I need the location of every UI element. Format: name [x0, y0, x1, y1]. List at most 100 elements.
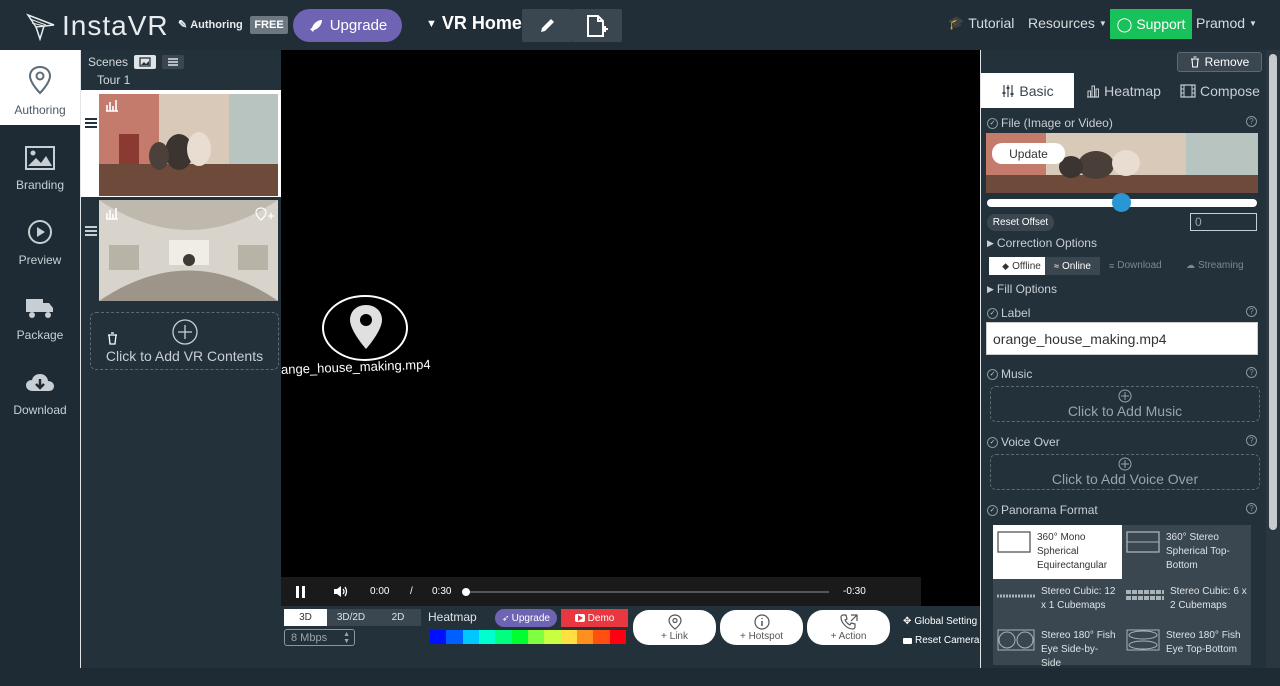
help-icon[interactable]: ? [1246, 306, 1257, 317]
play-circle-icon [28, 220, 52, 244]
volume-button[interactable] [333, 585, 349, 601]
music-title: Music [1001, 367, 1033, 381]
analytics-icon[interactable] [105, 99, 119, 117]
free-badge: FREE [250, 16, 288, 34]
correction-options-toggle[interactable]: ▶ Correction Options [987, 236, 1097, 250]
time-current: 0:00 [370, 586, 390, 597]
add-link-label: + Link [661, 630, 688, 642]
streaming-option[interactable]: ☁ Streaming [1186, 260, 1244, 271]
resources-dropdown[interactable]: Resources ▼ [1028, 15, 1107, 31]
add-voice-over-button[interactable]: Click to Add Voice Over [990, 454, 1260, 490]
pano-format-fisheye-tb[interactable]: Stereo 180° Fish Eye Top-Bottom [1122, 623, 1251, 665]
list-view-icon[interactable] [162, 55, 185, 69]
nav-download[interactable]: Download [0, 350, 80, 425]
pano-format-label: Stereo 180° Fish Eye Side-by-Side [1041, 630, 1116, 669]
caret-down-icon: ▼ [426, 17, 437, 30]
cubemap-strip-icon [997, 594, 1035, 598]
pencil-icon [541, 18, 554, 32]
new-project-button[interactable] [572, 9, 622, 42]
panorama-format-section-title: ✓ Panorama Format [987, 503, 1098, 517]
help-icon[interactable]: ? [1246, 116, 1257, 127]
thumbnail-view-icon[interactable] [134, 55, 157, 69]
drag-handle-icon[interactable] [85, 224, 97, 242]
page-scrollbar[interactable] [1266, 50, 1280, 668]
add-vr-contents-label: Click to Add VR Contents [105, 347, 264, 364]
download-option[interactable]: ≡ Download [1109, 260, 1162, 271]
offset-slider[interactable] [987, 193, 1257, 212]
analytics-icon[interactable] [105, 207, 119, 225]
map-pin-icon [28, 65, 52, 95]
tab-heatmap[interactable]: Heatmap [1074, 73, 1173, 108]
scene-thumbnail-2[interactable] [99, 200, 278, 301]
pano-format-fisheye-sbs[interactable]: Stereo 180° Fish Eye Side-by-Side [993, 623, 1122, 669]
edit-project-button[interactable] [522, 9, 572, 42]
add-voice-over-label: Click to Add Voice Over [1051, 471, 1199, 487]
tab-basic[interactable]: Basic [981, 73, 1074, 108]
scene-thumbnail-1[interactable] [99, 94, 278, 196]
pano-format-label: 360° Mono Spherical Equirectangular [1037, 532, 1108, 571]
add-action-button[interactable]: + Action [807, 610, 890, 645]
video-progress-track[interactable] [462, 588, 829, 596]
nav-branding[interactable]: Branding [0, 125, 80, 200]
offset-input[interactable] [1190, 213, 1257, 231]
fisheye-side-by-side-icon [997, 629, 1035, 651]
fill-options-toggle[interactable]: ▶ Fill Options [987, 282, 1057, 296]
online-option[interactable]: ≈ Online [1045, 257, 1100, 275]
support-button[interactable]: ◯ Support [1110, 9, 1192, 39]
bitrate-select[interactable]: 8 Mbps ▲ ▼ [284, 629, 355, 646]
video-progress-handle[interactable] [462, 588, 470, 596]
help-icon[interactable]: ? [1246, 435, 1257, 446]
graduation-cap-icon: 🎓 [948, 15, 965, 30]
cubemap-grid-icon [1126, 590, 1164, 600]
pano-format-label: 360° Stereo Spherical Top-Bottom [1166, 532, 1230, 571]
wifi-icon: ≈ [1054, 261, 1060, 271]
nav-package[interactable]: Package [0, 275, 80, 350]
vr-viewer[interactable]: ange_house_making.mp4 [281, 50, 980, 606]
nav-download-label: Download [13, 403, 67, 417]
tutorial-link[interactable]: 🎓 Tutorial [948, 15, 1014, 31]
mode-2d-button[interactable]: 2D [375, 609, 421, 626]
pano-format-mono-equirect[interactable]: 360° Mono Spherical Equirectangular [993, 525, 1122, 579]
pano-format-cubic-12x1[interactable]: Stereo Cubic: 12 x 1 Cubemaps [993, 579, 1122, 623]
heatmap-label: Heatmap [428, 610, 477, 624]
project-dropdown[interactable]: ▼ VR Home [426, 13, 522, 34]
add-music-button[interactable]: Click to Add Music [990, 386, 1260, 422]
user-menu[interactable]: Pramod ▼ [1196, 15, 1257, 31]
mode-3d-button[interactable]: 3D [284, 609, 327, 626]
correction-options-label: Correction Options [996, 236, 1097, 250]
heatmap-scale-swatch [430, 630, 447, 644]
add-hotspot-button[interactable]: + Hotspot [720, 610, 803, 645]
pano-format-cubic-6x2[interactable]: Stereo Cubic: 6 x 2 Cubemaps [1122, 579, 1251, 623]
pause-button[interactable] [295, 586, 306, 601]
scrollbar-thumb[interactable] [1269, 54, 1277, 530]
music-section-title: ✓ Music [987, 367, 1032, 381]
heatmap-upgrade-button[interactable]: ➶ Upgrade [495, 609, 557, 627]
help-icon[interactable]: ? [1246, 503, 1257, 514]
scenes-header: Scenes [88, 55, 185, 69]
nav-preview[interactable]: Preview [0, 200, 80, 275]
mode-3d2d-button[interactable]: 3D/2D [327, 609, 375, 626]
top-bar: InstaVR ✎ Authoring FREE Upgrade ▼ VR Ho… [0, 0, 1280, 50]
add-link-button[interactable]: + Link [633, 610, 716, 645]
remove-button[interactable]: Remove [1177, 52, 1262, 72]
tab-compose[interactable]: Compose [1173, 73, 1267, 108]
global-settings-button[interactable]: ✥ Global Setting [903, 616, 977, 627]
offset-slider-handle[interactable] [1112, 193, 1131, 212]
reset-offset-button[interactable]: Reset Offset [987, 214, 1054, 231]
demo-button[interactable]: Demo [561, 609, 628, 627]
label-input[interactable] [986, 322, 1258, 355]
wand-icon: ✎ [178, 19, 188, 31]
pano-format-stereo-top-bottom[interactable]: 360° Stereo Spherical Top-Bottom [1122, 525, 1251, 579]
drag-handle-icon[interactable] [85, 116, 97, 134]
nav-authoring[interactable]: Authoring [0, 50, 80, 125]
add-hotspot-pin-icon[interactable] [255, 207, 275, 226]
instavr-logo[interactable]: InstaVR [26, 10, 169, 42]
rocket-icon [309, 19, 322, 32]
update-file-button[interactable]: Update [992, 143, 1065, 164]
reset-camera-button[interactable]: Reset Camera [903, 635, 979, 646]
upgrade-button[interactable]: Upgrade [293, 9, 402, 42]
add-vr-contents-button[interactable]: Click to Add VR Contents [90, 312, 279, 370]
help-icon[interactable]: ? [1246, 367, 1257, 378]
fisheye-top-bottom-icon [1126, 629, 1160, 651]
properties-tabs: Basic Heatmap Compose [981, 73, 1267, 108]
